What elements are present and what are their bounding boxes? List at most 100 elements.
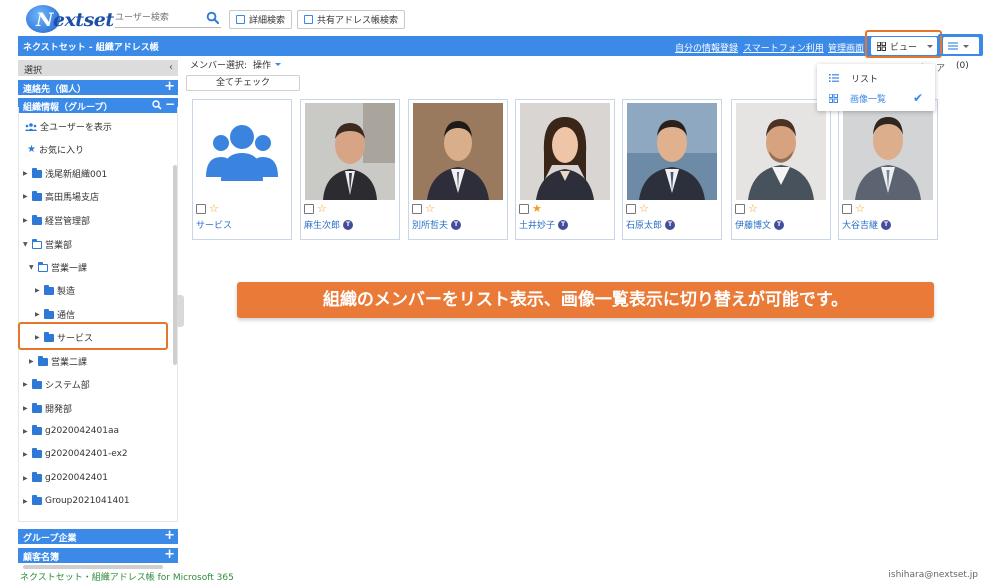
tree-item-folder[interactable]: ▶ 通信 [35, 308, 75, 321]
user-search-input[interactable] [115, 10, 203, 26]
caret-right-icon[interactable]: ▶ [35, 311, 41, 318]
contacts-section-header[interactable]: 連絡先（個人） + [18, 79, 178, 95]
member-card[interactable]: ☆ 石原太郎 T [622, 99, 722, 240]
menu-item-image-list[interactable]: 画像一覧 ✔ [817, 88, 935, 108]
caret-down-icon[interactable]: ▼ [23, 241, 29, 248]
star-outline-icon[interactable]: ☆ [209, 203, 219, 214]
member-card[interactable]: ☆ 大谷吉継 T [838, 99, 938, 240]
caret-right-icon[interactable]: ▶ [23, 428, 29, 435]
member-name[interactable]: 麻生次郎 T [304, 218, 354, 231]
member-name-text: 麻生次郎 [304, 221, 341, 231]
tree-item-folder[interactable]: ▶ g2020042401-ex2 [23, 448, 128, 459]
teams-badge-icon: T [558, 219, 569, 230]
tree-item-folder[interactable]: ▶ 開発部 [23, 402, 72, 415]
admin-link[interactable]: 管理画面 [828, 41, 864, 54]
member-name-text: 大谷吉継 [842, 221, 879, 231]
member-card[interactable]: ☆ 麻生次郎 T [300, 99, 400, 240]
tree-item-folder[interactable]: ▶ g2020042401aa [23, 425, 119, 436]
footer-user-email: ishihara@nextset.jp [888, 570, 978, 580]
customers-header[interactable]: 顧客名簿 + [18, 547, 178, 563]
member-checkbox[interactable] [519, 204, 529, 214]
caret-right-icon[interactable]: ▶ [23, 451, 29, 458]
shared-address-search-button[interactable]: 共有アドレス帳検索 [297, 10, 406, 29]
plus-icon[interactable]: + [164, 528, 175, 543]
top-bar: Nextset 詳細検索 共有アドレス帳検索 [0, 0, 1000, 36]
caret-right-icon[interactable]: ▶ [23, 217, 29, 224]
sidebar-select-bar[interactable]: 選択 ‹ [18, 60, 178, 76]
my-info-link[interactable]: 自分の情報登録 [675, 41, 738, 54]
folder-icon [32, 495, 42, 505]
member-checkbox[interactable] [412, 204, 422, 214]
sidebar-horizontal-scrollbar[interactable] [23, 565, 163, 569]
nextset-logo[interactable]: Nextset [26, 5, 114, 33]
member-select-bar: メンバー選択: 操作 [190, 58, 282, 71]
caret-right-icon[interactable]: ▶ [23, 193, 29, 200]
menu-item-list[interactable]: リスト [817, 68, 935, 88]
chevron-left-icon[interactable]: ‹ [169, 62, 173, 73]
check-all-button[interactable]: 全てチェック [186, 75, 300, 91]
caret-right-icon[interactable]: ▶ [23, 381, 29, 388]
users-icon [25, 122, 37, 131]
star-outline-icon[interactable]: ☆ [855, 203, 865, 214]
star-outline-icon[interactable]: ☆ [317, 203, 327, 214]
member-checkbox[interactable] [842, 204, 852, 214]
detail-search-button[interactable]: 詳細検索 [229, 10, 293, 29]
tree-item-favorites[interactable]: ★ お気に入り [27, 143, 84, 156]
sidebar-scrollbar[interactable] [173, 165, 177, 365]
tree-item-label: 浅尾新組織001 [45, 170, 108, 180]
member-name[interactable]: 土井妙子 T [519, 218, 569, 231]
member-checkbox[interactable] [626, 204, 636, 214]
square-icon [304, 15, 313, 24]
favorites-label: お気に入り [38, 146, 84, 156]
folder-open-icon [32, 238, 42, 249]
member-name[interactable]: 石原太郎 T [626, 218, 676, 231]
tree-item-folder[interactable]: ▶ Group2021041401 [23, 495, 130, 506]
member-name[interactable]: 大谷吉継 T [842, 218, 892, 231]
smartphone-link[interactable]: スマートフォン利用 [743, 41, 824, 54]
tree-item-label: 開発部 [45, 405, 73, 415]
caret-right-icon[interactable]: ▶ [23, 475, 29, 482]
caret-right-icon[interactable]: ▶ [29, 358, 35, 365]
shared-address-search-label: 共有アドレス帳検索 [317, 16, 399, 26]
group-companies-header[interactable]: グループ企業 + [18, 528, 178, 544]
member-name[interactable]: 伊藤博文 T [735, 218, 785, 231]
star-filled-icon[interactable]: ★ [532, 203, 542, 214]
star-outline-icon[interactable]: ☆ [748, 203, 758, 214]
tree-item-folder[interactable]: ▶ 高田馬場支店 [23, 190, 99, 203]
tree-item-folder-open[interactable]: ▼ 営業一課 [29, 261, 87, 274]
caret-right-icon[interactable]: ▶ [23, 498, 29, 505]
member-card[interactable]: ★ 土井妙子 T [515, 99, 615, 240]
tree-item-folder[interactable]: ▶ システム部 [23, 378, 90, 391]
folder-icon [32, 190, 42, 201]
member-name[interactable]: サービス [196, 218, 232, 231]
menu-item-image-list-label: 画像一覧 [850, 94, 887, 105]
folder-icon [32, 214, 42, 225]
tree-item-folder-open[interactable]: ▼ 営業部 [23, 238, 72, 251]
folder-open-icon [38, 261, 48, 272]
tree-item-folder[interactable]: ▶ g2020042401 [23, 472, 108, 483]
member-checkbox[interactable] [196, 204, 206, 214]
caret-right-icon[interactable]: ▶ [35, 287, 41, 294]
caret-right-icon[interactable]: ▶ [23, 170, 29, 177]
member-checkbox[interactable] [735, 204, 745, 214]
plus-icon[interactable]: + [164, 79, 175, 94]
star-outline-icon[interactable]: ☆ [639, 203, 649, 214]
operation-dropdown[interactable]: 操作 [253, 58, 282, 71]
search-icon[interactable] [206, 11, 219, 24]
member-card[interactable]: ☆ 伊藤博文 T [731, 99, 831, 240]
caret-down-icon[interactable]: ▼ [29, 264, 35, 271]
tree-item-folder[interactable]: ▶ 経営管理部 [23, 214, 90, 227]
tree-item-all-users[interactable]: 全ユーザーを表示 [25, 120, 112, 133]
tree-item-folder[interactable]: ▶ 製造 [35, 284, 75, 297]
plus-icon[interactable]: + [164, 547, 175, 562]
tree-item-folder[interactable]: ▶ 営業二課 [29, 355, 87, 368]
member-name[interactable]: 別所哲夫 T [412, 218, 462, 231]
caret-right-icon[interactable]: ▶ [23, 405, 29, 412]
sidebar-collapse-handle[interactable] [177, 295, 184, 327]
star-outline-icon[interactable]: ☆ [425, 203, 435, 214]
square-icon [236, 15, 245, 24]
member-checkbox[interactable] [304, 204, 314, 214]
member-card[interactable]: ☆ サービス [192, 99, 292, 240]
tree-item-folder[interactable]: ▶ 浅尾新組織001 [23, 167, 107, 180]
member-card[interactable]: ☆ 別所哲夫 T [408, 99, 508, 240]
